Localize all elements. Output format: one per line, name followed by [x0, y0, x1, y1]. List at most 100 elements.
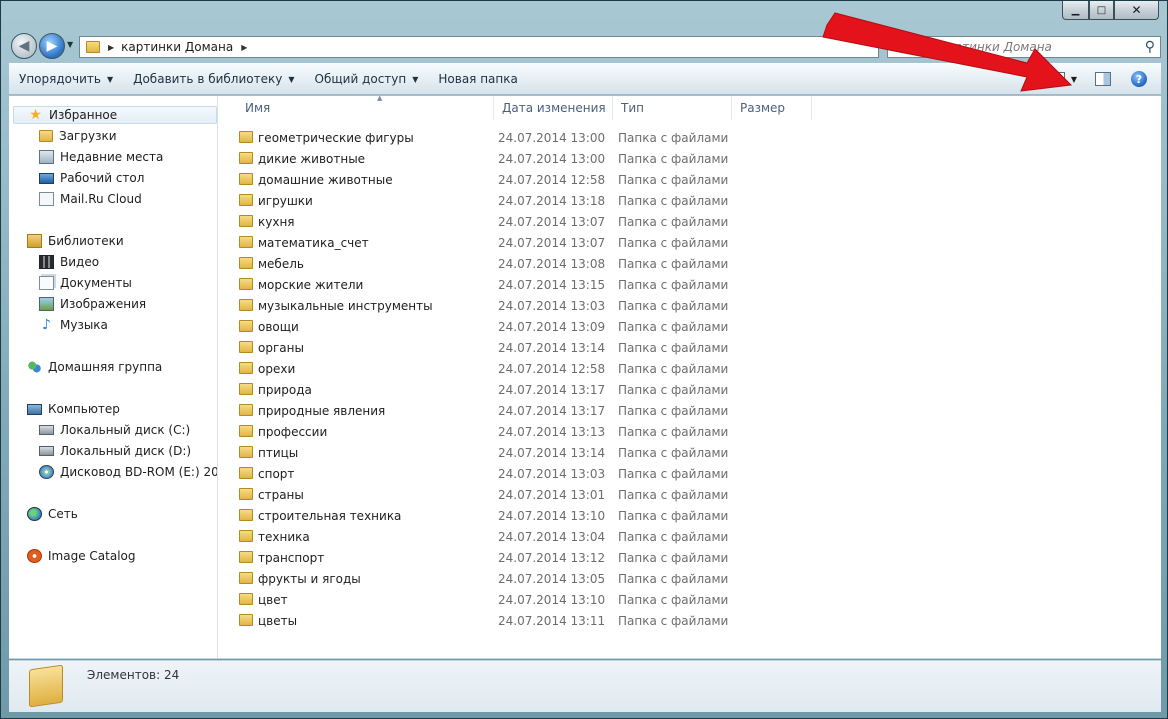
column-header-date[interactable]: Дата изменения [494, 96, 613, 120]
breadcrumb-chevron-icon[interactable]: ▶ [241, 43, 247, 52]
file-name[interactable]: фрукты и ягоды [239, 568, 361, 589]
file-name[interactable]: профессии [239, 421, 327, 442]
nav-item-bd-rom[interactable]: Дисковод BD-ROM (E:) 20060 [39, 463, 217, 481]
search-icon[interactable]: ⚲ [1145, 39, 1155, 55]
maximize-button[interactable]: □ [1089, 1, 1114, 20]
search-input[interactable]: Поиск: картинки Домана ⚲ [887, 36, 1161, 58]
recent-pages-dropdown-icon[interactable]: ▼ [67, 40, 73, 49]
table-row[interactable]: цветы 24.07.2014 13:11 Папка с файлами [219, 610, 1161, 631]
nav-item-disk-d[interactable]: Локальный диск (D:) [39, 442, 191, 460]
nav-item-mailru-cloud[interactable]: Mail.Ru Cloud [39, 190, 142, 208]
address-bar[interactable]: ▶ картинки Домана ▶ [79, 36, 879, 58]
column-header-size[interactable]: Размер [732, 96, 812, 120]
nav-computer[interactable]: Компьютер [27, 400, 120, 418]
nav-image-catalog[interactable]: Image Catalog [27, 547, 135, 565]
file-name-text: органы [258, 340, 304, 355]
file-date: 24.07.2014 13:10 [498, 592, 606, 607]
nav-item-downloads[interactable]: Загрузки [39, 127, 117, 145]
change-view-button[interactable]: ▼ [1048, 72, 1077, 86]
file-name[interactable]: птицы [239, 442, 298, 463]
folder-icon [86, 41, 100, 53]
breadcrumb-current-folder[interactable]: картинки Домана [121, 40, 233, 54]
table-row[interactable]: цвет 24.07.2014 13:10 Папка с файлами [219, 589, 1161, 610]
nav-item-video[interactable]: Видео [39, 253, 99, 271]
nav-item-recent-places[interactable]: Недавние места [39, 148, 163, 166]
nav-item-disk-c[interactable]: Локальный диск (C:) [39, 421, 190, 439]
breadcrumb-chevron-icon[interactable]: ▶ [108, 43, 114, 52]
nav-item-music[interactable]: ♪ Музыка [39, 316, 108, 334]
help-icon[interactable]: ? [1131, 71, 1147, 87]
file-name[interactable]: геометрические фигуры [239, 127, 414, 148]
nav-favorites[interactable]: ★ Избранное [13, 106, 217, 124]
file-name[interactable]: техника [239, 526, 310, 547]
table-row[interactable]: строительная техника 24.07.2014 13:10 Папк… [219, 505, 1161, 526]
forward-button[interactable]: ▶ [39, 33, 65, 59]
share-menu[interactable]: Общий доступ ▼ [305, 64, 429, 94]
file-name[interactable]: дикие животные [239, 148, 365, 169]
preview-pane-icon[interactable] [1095, 72, 1111, 86]
file-name-text: музыкальные инструменты [258, 298, 433, 313]
file-name[interactable]: математика_счет [239, 232, 369, 253]
table-row[interactable]: страны 24.07.2014 13:01 Папка с файлами [219, 484, 1161, 505]
table-row[interactable]: фрукты и ягоды 24.07.2014 13:05 Папка с фа… [219, 568, 1161, 589]
nav-item-images[interactable]: Изображения [39, 295, 146, 313]
table-row[interactable]: дикие животные 24.07.2014 13:00 Папка с фа… [219, 148, 1161, 169]
file-date: 24.07.2014 12:58 [498, 172, 606, 187]
cloud-icon [39, 192, 54, 206]
nav-item-label: Mail.Ru Cloud [60, 192, 142, 206]
file-name[interactable]: строительная техника [239, 505, 401, 526]
table-row[interactable]: морские жители 24.07.2014 13:15 Папка с фа… [219, 274, 1161, 295]
file-name[interactable]: транспорт [239, 547, 324, 568]
table-row[interactable]: игрушки 24.07.2014 13:18 Папка с файлами [219, 190, 1161, 211]
back-button[interactable]: ◀ [11, 33, 37, 59]
table-row[interactable]: геометрические фигуры 24.07.2014 13:00 Пап… [219, 127, 1161, 148]
file-name[interactable]: природа [239, 379, 312, 400]
file-name[interactable]: спорт [239, 463, 294, 484]
file-type: Папка с файлами [618, 319, 729, 334]
close-button[interactable]: ✕ [1114, 1, 1159, 20]
file-name[interactable]: органы [239, 337, 304, 358]
table-row[interactable]: природа 24.07.2014 13:17 Папка с файлами [219, 379, 1161, 400]
table-row[interactable]: транспорт 24.07.2014 13:12 Папка с файлами [219, 547, 1161, 568]
table-row[interactable]: математика_счет 24.07.2014 13:07 Папка с ф… [219, 232, 1161, 253]
file-name[interactable]: домашние животные [239, 169, 393, 190]
table-row[interactable]: музыкальные инструменты 24.07.2014 13:03 П… [219, 295, 1161, 316]
nav-libraries-label: Библиотеки [48, 234, 124, 248]
nav-libraries[interactable]: Библиотеки [27, 232, 124, 250]
table-row[interactable]: техника 24.07.2014 13:04 Папка с файлами [219, 526, 1161, 547]
table-row[interactable]: профессии 24.07.2014 13:13 Папка с файлами [219, 421, 1161, 442]
table-row[interactable]: домашние животные 24.07.2014 12:58 Папка с… [219, 169, 1161, 190]
file-name[interactable]: овощи [239, 316, 299, 337]
table-row[interactable]: мебель 24.07.2014 13:08 Папка с файлами [219, 253, 1161, 274]
minimize-button[interactable]: ▁ [1062, 1, 1089, 20]
file-name[interactable]: орехи [239, 358, 295, 379]
table-row[interactable]: орехи 24.07.2014 12:58 Папка с файлами [219, 358, 1161, 379]
add-to-library-menu[interactable]: Добавить в библиотеку ▼ [123, 64, 304, 94]
table-row[interactable]: спорт 24.07.2014 13:03 Папка с файлами [219, 463, 1161, 484]
organize-menu[interactable]: Упорядочить ▼ [9, 64, 123, 94]
chevron-down-icon[interactable]: ▼ [1071, 75, 1077, 84]
file-name[interactable]: морские жители [239, 274, 363, 295]
file-name[interactable]: цвет [239, 589, 288, 610]
new-folder-button[interactable]: Новая папка [428, 64, 527, 94]
table-row[interactable]: птицы 24.07.2014 13:14 Папка с файлами [219, 442, 1161, 463]
table-row[interactable]: органы 24.07.2014 13:14 Папка с файлами [219, 337, 1161, 358]
file-name[interactable]: музыкальные инструменты [239, 295, 433, 316]
file-name[interactable]: цветы [239, 610, 297, 631]
table-row[interactable]: кухня 24.07.2014 13:07 Папка с файлами [219, 211, 1161, 232]
nav-item-documents[interactable]: Документы [39, 274, 132, 292]
nav-item-desktop[interactable]: Рабочий стол [39, 169, 144, 187]
nav-homegroup[interactable]: Домашняя группа [27, 358, 162, 376]
table-row[interactable]: овощи 24.07.2014 13:09 Папка с файлами [219, 316, 1161, 337]
file-name[interactable]: страны [239, 484, 304, 505]
column-header-name[interactable]: ▲ Имя [237, 94, 494, 120]
nav-network-label: Сеть [48, 507, 78, 521]
file-name[interactable]: природные явления [239, 400, 385, 421]
file-name[interactable]: игрушки [239, 190, 313, 211]
table-row[interactable]: природные явления 24.07.2014 13:17 Папка с… [219, 400, 1161, 421]
nav-network[interactable]: Сеть [27, 505, 78, 523]
column-header-type[interactable]: Тип [613, 96, 732, 120]
file-name[interactable]: мебель [239, 253, 304, 274]
file-name-text: спорт [258, 466, 295, 481]
file-name[interactable]: кухня [239, 211, 295, 232]
